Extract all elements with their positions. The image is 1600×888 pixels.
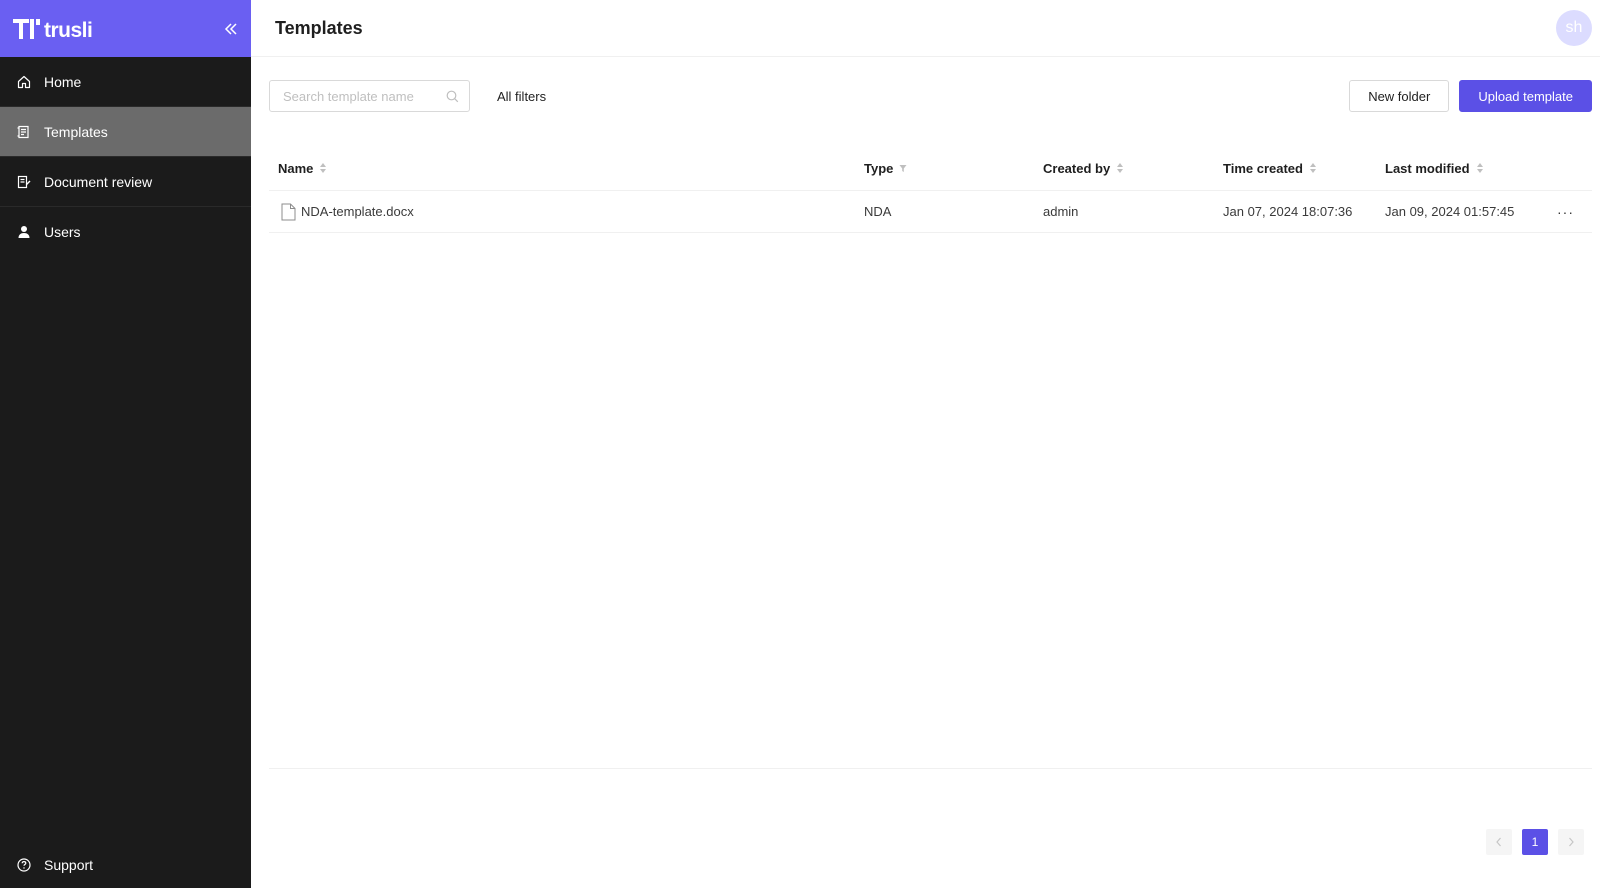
sort-icon[interactable] xyxy=(1309,162,1317,174)
cell-created-by: admin xyxy=(1043,204,1079,219)
app-root: trusli Home Templates Document review Us… xyxy=(0,0,1600,888)
pagination: 1 xyxy=(1476,829,1584,855)
sidebar-item-document-review[interactable]: Document review xyxy=(0,157,251,207)
search-icon[interactable] xyxy=(446,90,459,103)
chevron-right-icon xyxy=(1569,837,1574,847)
sidebar-item-label: Home xyxy=(44,73,82,90)
column-header-name[interactable]: Name xyxy=(269,161,864,176)
page-title: Templates xyxy=(275,17,363,38)
sidebar: trusli Home Templates Document review Us… xyxy=(0,0,251,888)
logo[interactable]: trusli xyxy=(12,17,93,42)
new-folder-button[interactable]: New folder xyxy=(1349,80,1450,112)
sidebar-item-templates[interactable]: Templates xyxy=(0,107,251,157)
chevron-left-icon xyxy=(1496,837,1501,847)
double-chevron-left-icon xyxy=(224,22,237,35)
sidebar-item-support[interactable]: Support xyxy=(0,842,251,888)
templates-table: Name Type Created by Time created Last m… xyxy=(269,146,1592,233)
document-review-icon xyxy=(16,174,32,190)
prev-page-button[interactable] xyxy=(1486,829,1512,855)
filter-icon[interactable] xyxy=(899,162,907,174)
file-icon xyxy=(281,203,296,220)
sort-icon[interactable] xyxy=(1116,162,1124,174)
sort-icon[interactable] xyxy=(319,162,327,174)
column-header-type[interactable]: Type xyxy=(864,161,1043,176)
sort-icon[interactable] xyxy=(1476,162,1484,174)
cell-type: NDA xyxy=(864,204,892,219)
divider xyxy=(269,768,1592,769)
sidebar-item-label: Users xyxy=(44,224,81,240)
logo-mark-icon xyxy=(13,18,40,39)
collapse-sidebar-button[interactable] xyxy=(221,19,241,39)
column-header-created-by[interactable]: Created by xyxy=(1043,161,1223,176)
brand-header: trusli xyxy=(0,0,251,57)
topbar: Templates sh xyxy=(251,0,1600,57)
main-content: Templates sh All filters New folder Uplo… xyxy=(251,0,1600,888)
file-name[interactable]: NDA-template.docx xyxy=(301,204,414,219)
cell-time-created: Jan 07, 2024 18:07:36 xyxy=(1223,204,1353,219)
table-row[interactable]: NDA-template.docx NDA admin Jan 07, 2024… xyxy=(269,191,1592,233)
logo-text: trusli xyxy=(44,18,93,42)
upload-template-button[interactable]: Upload template xyxy=(1459,80,1592,112)
sidebar-item-label: Templates xyxy=(44,123,108,140)
next-page-button[interactable] xyxy=(1558,829,1584,855)
search-box xyxy=(269,80,470,112)
sidebar-item-users[interactable]: Users xyxy=(0,207,251,257)
column-header-last-modified[interactable]: Last modified xyxy=(1385,161,1545,176)
sidebar-item-home[interactable]: Home xyxy=(0,57,251,107)
page-number-button[interactable]: 1 xyxy=(1522,829,1548,855)
templates-icon xyxy=(16,124,32,140)
all-filters-button[interactable]: All filters xyxy=(497,89,546,104)
help-circle-icon xyxy=(16,857,32,873)
sidebar-item-label: Support xyxy=(44,857,94,873)
column-header-time-created[interactable]: Time created xyxy=(1223,161,1385,176)
cell-last-modified: Jan 09, 2024 01:57:45 xyxy=(1385,204,1515,219)
more-options-icon[interactable]: ··· xyxy=(1557,205,1574,219)
avatar[interactable]: sh xyxy=(1556,10,1592,46)
toolbar: All filters New folder Upload template xyxy=(269,80,1592,112)
sidebar-item-label: Document review xyxy=(44,173,153,190)
home-icon xyxy=(16,74,32,90)
search-input[interactable] xyxy=(283,88,446,104)
table-header: Name Type Created by Time created Last m… xyxy=(269,146,1592,191)
user-icon xyxy=(16,224,32,240)
